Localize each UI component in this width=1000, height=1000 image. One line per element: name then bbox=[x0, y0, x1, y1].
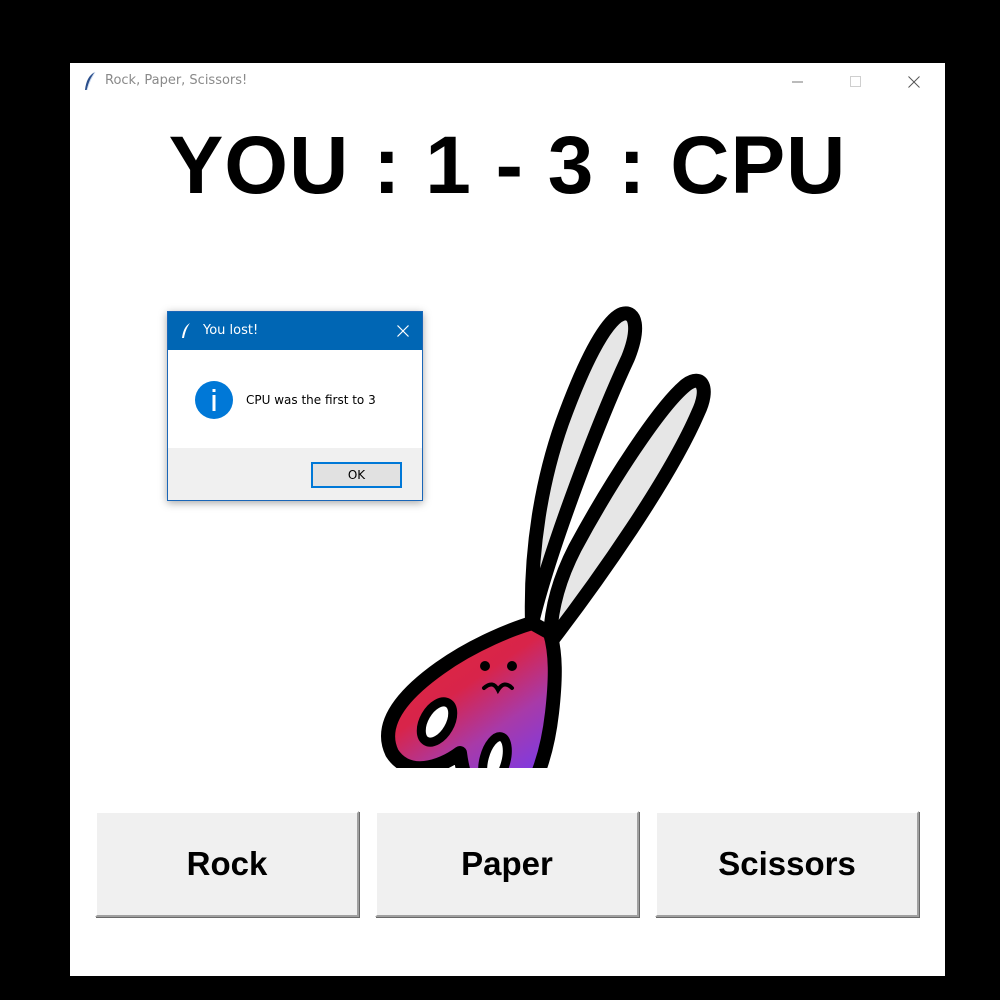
close-button[interactable] bbox=[891, 63, 937, 101]
result-dialog: You lost! CPU was the first to 3 OK bbox=[167, 311, 423, 501]
player-label: YOU bbox=[168, 120, 350, 211]
minimize-button[interactable] bbox=[775, 63, 821, 101]
dialog-message: CPU was the first to 3 bbox=[246, 393, 376, 407]
close-icon bbox=[397, 325, 409, 337]
dialog-close-button[interactable] bbox=[386, 312, 422, 350]
minimize-icon bbox=[792, 81, 803, 83]
dialog-footer: OK bbox=[168, 448, 422, 500]
paper-button[interactable]: Paper bbox=[375, 811, 639, 917]
cpu-label: CPU bbox=[670, 120, 847, 211]
maximize-icon bbox=[850, 76, 861, 87]
score-separator: : bbox=[618, 120, 647, 211]
ok-button[interactable]: OK bbox=[311, 462, 402, 488]
player-score: 1 bbox=[425, 120, 472, 211]
score-dash: - bbox=[495, 120, 524, 211]
dialog-body: CPU was the first to 3 bbox=[168, 350, 422, 448]
close-icon bbox=[908, 76, 920, 88]
game-window: Rock, Paper, Scissors! YOU : 1 - 3 : CPU bbox=[70, 63, 945, 976]
dialog-title: You lost! bbox=[203, 323, 259, 338]
dialog-title-bar[interactable]: You lost! bbox=[168, 312, 422, 350]
maximize-button[interactable] bbox=[833, 63, 879, 101]
feather-icon bbox=[85, 71, 96, 91]
feather-icon bbox=[182, 323, 190, 338]
score-separator: : bbox=[373, 120, 402, 211]
scissors-button[interactable]: Scissors bbox=[655, 811, 919, 917]
window-title: Rock, Paper, Scissors! bbox=[105, 73, 248, 88]
cpu-score: 3 bbox=[547, 120, 595, 211]
scoreboard: YOU : 1 - 3 : CPU bbox=[70, 121, 945, 211]
info-icon bbox=[195, 381, 233, 419]
title-bar[interactable]: Rock, Paper, Scissors! bbox=[70, 63, 945, 101]
rock-button[interactable]: Rock bbox=[95, 811, 359, 917]
